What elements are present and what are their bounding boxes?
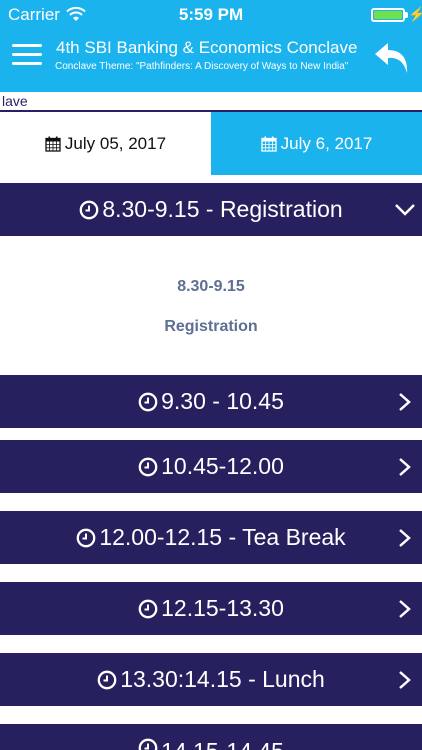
- tab-july-05[interactable]: July 05, 2017: [0, 112, 211, 175]
- clock-icon: [138, 457, 158, 476]
- marquee-text: lave: [0, 92, 422, 112]
- clock-icon: [138, 392, 158, 411]
- clock-icon: [76, 528, 96, 547]
- date-tabs: July 05, 2017 July 6, 2017: [0, 112, 422, 175]
- tab-label: July 05, 2017: [64, 133, 167, 153]
- clock-icon: [97, 670, 117, 689]
- session-label: 8.30-9.15 - Registration: [102, 196, 343, 222]
- chevron-right-icon: [399, 599, 411, 618]
- session-label: 12.00-12.15 - Tea Break: [99, 524, 346, 550]
- clock-icon: [79, 200, 99, 219]
- session-label: 12.15-13.30: [161, 595, 284, 621]
- session-row[interactable]: 12.15-13.30: [0, 582, 422, 635]
- battery-icon: [371, 8, 405, 22]
- clock-icon: [138, 599, 158, 618]
- session-label: 13.30:14.15 - Lunch: [120, 666, 325, 692]
- session-row[interactable]: 13.30:14.15 - Lunch: [0, 653, 422, 706]
- chevron-down-icon: [395, 203, 415, 216]
- calendar-icon: [261, 136, 277, 152]
- session-label: 10.45-12.00: [161, 453, 284, 479]
- session-row[interactable]: 14.15-14.45: [0, 724, 422, 750]
- detail-title: Registration: [164, 318, 258, 335]
- chevron-right-icon: [399, 528, 411, 547]
- page-title: 4th SBI Banking & Economics Conclave: [56, 38, 358, 57]
- session-row[interactable]: 9.30 - 10.45: [0, 375, 422, 428]
- clock-time: 5:59 PM: [178, 5, 244, 24]
- session-row-expanded[interactable]: 8.30-9.15 - Registration: [0, 183, 422, 236]
- chevron-right-icon: [399, 457, 411, 476]
- session-label: 9.30 - 10.45: [161, 388, 284, 414]
- back-arrow-icon[interactable]: [372, 40, 412, 76]
- chevron-right-icon: [399, 392, 411, 411]
- tab-label: July 6, 2017: [280, 133, 373, 153]
- session-detail: 8.30-9.15 Registration: [0, 236, 422, 375]
- charging-icon: ⚡: [408, 6, 422, 22]
- tab-july-06[interactable]: July 6, 2017: [211, 112, 422, 175]
- session-row[interactable]: 12.00-12.15 - Tea Break: [0, 511, 422, 564]
- detail-time: 8.30-9.15: [177, 278, 245, 295]
- menu-icon[interactable]: [12, 44, 42, 66]
- page-subtitle: Conclave Theme: "Pathfinders: A Discover…: [55, 61, 349, 72]
- calendar-icon: [45, 136, 61, 152]
- status-bar: Carrier 5:59 PM ⚡: [0, 0, 422, 30]
- session-row[interactable]: 10.45-12.00: [0, 440, 422, 493]
- clock-icon: [138, 738, 158, 750]
- app-header: Carrier 5:59 PM ⚡ 4th SBI Banking & Econ…: [0, 0, 422, 92]
- chevron-right-icon: [399, 670, 411, 689]
- session-label: 14.15-14.45: [161, 738, 284, 750]
